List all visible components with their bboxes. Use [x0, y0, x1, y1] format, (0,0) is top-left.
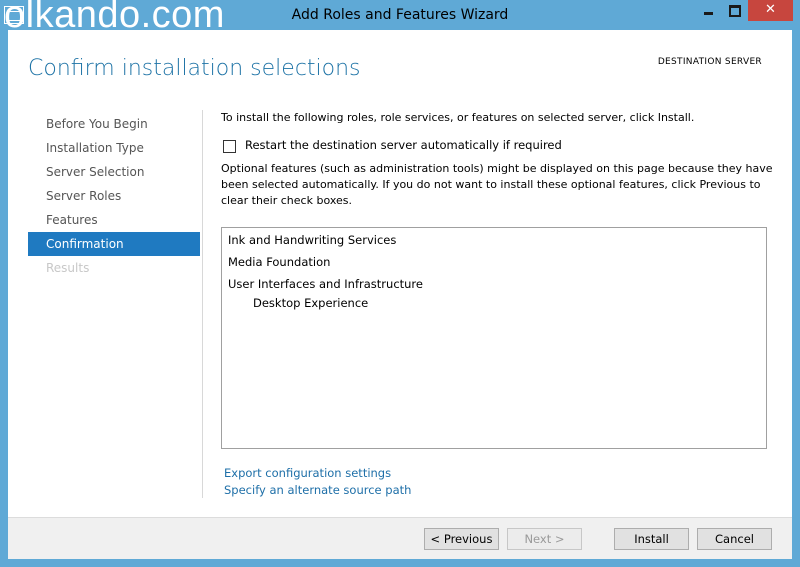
title-bar[interactable]: olkando.com Add Roles and Features Wizar… — [0, 0, 800, 36]
destination-server-label: DESTINATION SERVER — [657, 57, 762, 67]
restart-checkbox-label[interactable]: Restart the destination server automatic… — [245, 138, 562, 152]
restart-option[interactable]: Restart the destination server automatic… — [221, 138, 781, 154]
optional-features-note: Optional features (such as administratio… — [221, 162, 773, 207]
alternate-source-link[interactable]: Specify an alternate source path — [224, 482, 411, 499]
wizard-client-area: Confirm installation selections DESTINAT… — [8, 30, 792, 559]
list-item: Media Foundation — [228, 255, 331, 269]
intro-text: To install the following roles, role ser… — [221, 111, 695, 124]
previous-button[interactable]: < Previous — [424, 528, 499, 550]
install-button[interactable]: Install — [614, 528, 689, 550]
window-title: Add Roles and Features Wizard — [291, 7, 509, 23]
nav-item-installation-type[interactable]: Installation Type — [28, 136, 200, 160]
list-item: User Interfaces and Infrastructure — [228, 277, 423, 291]
nav-divider — [202, 110, 203, 498]
close-icon[interactable]: ✕ — [748, 0, 793, 21]
page-title: Confirm installation selections — [28, 56, 361, 81]
nav-item-confirmation[interactable]: Confirmation — [28, 232, 200, 256]
features-list-box[interactable]: Ink and Handwriting Services Media Found… — [221, 227, 767, 449]
minimize-icon[interactable] — [695, 0, 721, 21]
nav-item-results: Results — [46, 261, 90, 275]
main-content: To install the following roles, role ser… — [221, 110, 781, 497]
nav-item-server-roles[interactable]: Server Roles — [28, 184, 200, 208]
next-button: Next > — [507, 528, 582, 550]
maximize-icon[interactable] — [721, 0, 748, 21]
nav-item-features[interactable]: Features — [28, 208, 200, 232]
nav-item-server-selection[interactable]: Server Selection — [28, 160, 200, 184]
wizard-footer: < Previous Next > Install Cancel — [8, 517, 792, 559]
nav-item-before-you-begin[interactable]: Before You Begin — [28, 112, 200, 136]
cancel-button[interactable]: Cancel — [697, 528, 772, 550]
links-area: Export configuration settings Specify an… — [224, 465, 411, 499]
wizard-nav: Before You Begin Installation Type Serve… — [28, 112, 200, 280]
list-item: Desktop Experience — [253, 296, 369, 310]
wizard-header: Confirm installation selections DESTINAT… — [8, 30, 792, 108]
restart-checkbox[interactable] — [223, 140, 236, 153]
list-item: Ink and Handwriting Services — [228, 233, 397, 247]
export-configuration-link[interactable]: Export configuration settings — [224, 465, 411, 482]
wizard-window: olkando.com Add Roles and Features Wizar… — [0, 0, 800, 567]
